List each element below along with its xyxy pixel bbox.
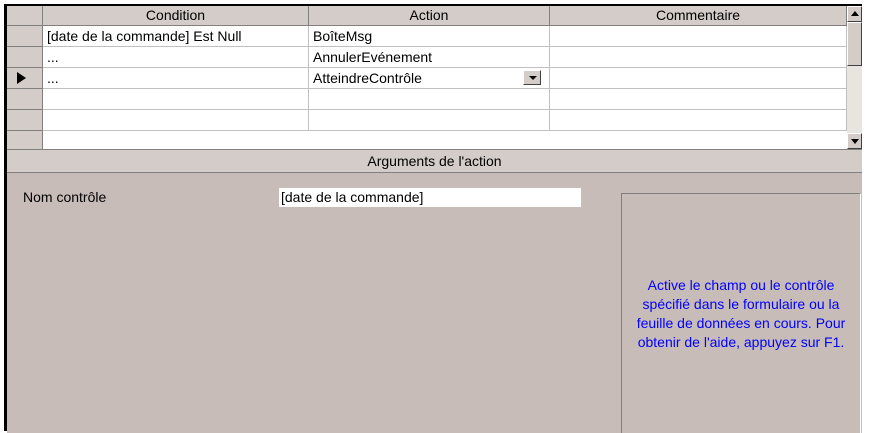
comment-cell[interactable] xyxy=(550,68,847,89)
screenshot-frame: Condition Action Commentaire [date de la… xyxy=(0,0,870,433)
row-selector[interactable] xyxy=(7,68,43,89)
table-row xyxy=(7,110,847,131)
arguments-panel: Nom contrôle [date de la commande] Activ… xyxy=(7,173,862,433)
control-name-label: Nom contrôle xyxy=(23,189,107,205)
help-text: Active le champ ou le contrôle spécifié … xyxy=(636,276,846,350)
table-row: ... AnnulerEvénement xyxy=(7,47,847,68)
macro-design-window: Condition Action Commentaire [date de la… xyxy=(4,4,862,433)
action-cell[interactable]: AnnulerEvénement xyxy=(309,47,550,68)
action-cell-combo[interactable]: AtteindreContrôle xyxy=(309,68,550,89)
row-selector-header xyxy=(7,6,43,26)
action-cell[interactable] xyxy=(309,89,550,110)
action-cell-value: AtteindreContrôle xyxy=(313,70,422,86)
help-panel: Active le champ ou le contrôle spécifié … xyxy=(621,193,861,433)
table-row xyxy=(7,89,847,110)
comment-cell[interactable] xyxy=(550,89,847,110)
action-cell[interactable]: BoîteMsg xyxy=(309,26,550,47)
row-pointer-icon xyxy=(17,72,26,84)
comment-cell[interactable] xyxy=(550,26,847,47)
row-selector[interactable] xyxy=(7,26,43,47)
scroll-up-arrow-icon[interactable] xyxy=(847,6,862,22)
table-row: [date de la commande] Est Null BoîteMsg xyxy=(7,26,847,47)
macro-grid: Condition Action Commentaire [date de la… xyxy=(7,6,847,149)
comment-cell[interactable] xyxy=(550,110,847,131)
action-cell[interactable] xyxy=(309,110,550,131)
scroll-down-arrow-icon[interactable] xyxy=(847,133,862,149)
vertical-scrollbar[interactable] xyxy=(847,6,862,149)
condition-cell[interactable] xyxy=(43,110,309,131)
row-selector[interactable] xyxy=(7,89,43,110)
table-row-current: ... AtteindreContrôle xyxy=(7,68,847,89)
column-header-comment[interactable]: Commentaire xyxy=(550,6,847,26)
control-name-input[interactable]: [date de la commande] xyxy=(279,188,581,207)
row-selector[interactable] xyxy=(7,47,43,68)
condition-cell[interactable]: ... xyxy=(43,68,309,89)
comment-cell[interactable] xyxy=(550,47,847,68)
condition-cell[interactable]: ... xyxy=(43,47,309,68)
condition-cell[interactable] xyxy=(43,89,309,110)
chevron-down-icon[interactable] xyxy=(523,70,541,85)
column-header-action[interactable]: Action xyxy=(309,6,550,26)
row-selector[interactable] xyxy=(7,131,43,149)
arguments-header: Arguments de l'action xyxy=(7,149,862,173)
column-header-condition[interactable]: Condition xyxy=(43,6,309,26)
scroll-thumb[interactable] xyxy=(847,22,862,66)
condition-cell[interactable]: [date de la commande] Est Null xyxy=(43,26,309,47)
row-selector[interactable] xyxy=(7,110,43,131)
